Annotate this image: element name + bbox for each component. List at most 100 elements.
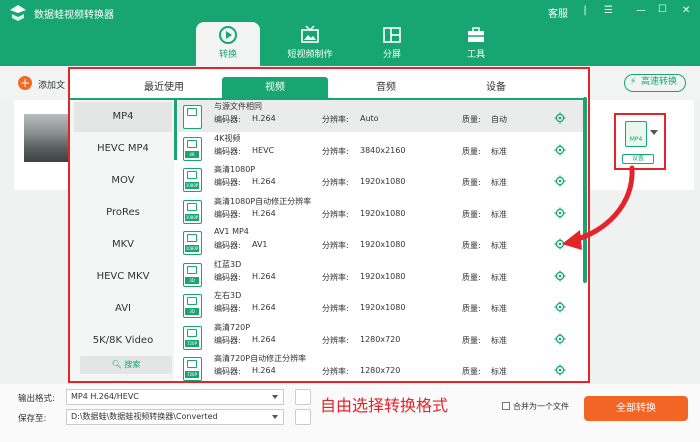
minimize-icon[interactable]: —	[636, 5, 646, 16]
tab-convert[interactable]: 转换	[196, 22, 260, 66]
gear-icon[interactable]	[554, 364, 566, 376]
toolbox-icon	[468, 27, 484, 42]
tab-split-screen[interactable]: 分屏	[360, 22, 424, 66]
quality-label: 质量:	[462, 178, 481, 187]
preset-row[interactable]: 1080P 高清1080P自动修正分辨率 编码器: H.264 分辨率: 192…	[178, 195, 583, 227]
preset-tag: 1080P	[185, 245, 199, 252]
quality-value: 标准	[491, 304, 507, 313]
encoder-value: H.264	[252, 303, 276, 312]
quality-label: 质量:	[462, 304, 481, 313]
format-popup: 最近使用 视频 音频 设备 MP4 HEVC MP4 MOV ProRes MK…	[68, 67, 590, 383]
preset-tag: 720P	[185, 339, 199, 347]
format-item-mkv[interactable]: MKV	[74, 230, 172, 260]
preset-row[interactable]: 720P 高清720P自动修正分辨率 编码器: H.264 分辨率: 1280x…	[178, 352, 583, 381]
search-button[interactable]: 🔍︎ 搜索	[80, 356, 172, 374]
encoder-value: H.264	[252, 208, 276, 218]
format-item-hevc-mkv[interactable]: HEVC MKV	[74, 262, 172, 292]
preset-tag: 1080P	[185, 213, 199, 221]
save-path-select[interactable]: D:\数据蛙\数据蛙视频转换器\Converted	[66, 409, 284, 425]
quality-value: 标准	[491, 241, 507, 250]
resolution-label: 分辨率:	[322, 115, 349, 124]
encoder-label: 编码器:	[214, 241, 241, 250]
gear-icon[interactable]	[554, 270, 566, 282]
encoder-value: H.264	[252, 271, 276, 281]
encoder-value: H.264	[252, 334, 276, 344]
encoder-value: HEVC	[252, 145, 275, 155]
gear-icon[interactable]	[554, 333, 566, 345]
gear-icon[interactable]	[554, 144, 566, 156]
video-format-icon	[183, 105, 202, 129]
encoder-label: 编码器:	[214, 209, 241, 219]
output-format-select[interactable]: MP4 H.264/HEVC	[66, 389, 284, 405]
fast-convert-button[interactable]: ⚡ 高速转换	[624, 74, 686, 92]
format-item-mp4[interactable]: MP4	[74, 102, 172, 132]
menu-icon[interactable]: ☰	[604, 5, 613, 16]
resolution-value: 1920x1080	[360, 177, 406, 186]
resolution-label: 分辨率:	[322, 178, 349, 187]
gear-icon[interactable]	[554, 301, 566, 313]
video-format-icon: 720P	[183, 325, 202, 350]
mp4-format-label: MP4	[629, 136, 643, 143]
quality-value: 自动	[491, 115, 507, 124]
preset-tag: 720P	[185, 371, 199, 378]
resolution-value: 1920x1080	[360, 208, 406, 218]
maximize-icon[interactable]: ☐	[658, 4, 667, 15]
close-icon[interactable]: ✕	[682, 5, 690, 16]
preset-row[interactable]: 3D 左右3D 编码器: H.264 分辨率: 1920x1080 质量: 标准	[178, 289, 583, 321]
resolution-value: 1920x1080	[360, 271, 406, 281]
save-path-value: D:\数据蛙\数据蛙视频转换器\Converted	[71, 412, 218, 421]
preset-row[interactable]: 720P 高清720P 编码器: H.264 分辨率: 1280x720 质量:…	[178, 321, 583, 353]
video-format-icon: 3D	[183, 294, 202, 318]
format-item-prores[interactable]: ProRes	[74, 198, 172, 228]
preset-name: 高清720P自动修正分辨率	[214, 354, 307, 363]
encoder-label: 编码器:	[214, 367, 241, 376]
preset-row[interactable]: 1080P AV1 MP4 编码器: AV1 分辨率: 1920x1080 质量…	[178, 226, 583, 258]
preset-name: 高清720P	[214, 322, 251, 332]
format-item-avi[interactable]: AVI	[74, 294, 172, 324]
video-thumbnail[interactable]	[24, 114, 70, 162]
convert-all-button[interactable]: 全部转换	[584, 396, 688, 421]
preset-row[interactable]: 4K 4K视频 编码器: HEVC 分辨率: 3840x2160 质量: 标准	[178, 132, 583, 164]
fast-convert-label: 高速转换	[641, 77, 678, 87]
resolution-value: 1280x720	[360, 366, 401, 375]
quality-label: 质量:	[462, 241, 481, 250]
quality-value: 标准	[491, 178, 507, 187]
resolution-value: 1920x1080	[360, 303, 406, 312]
tab-device[interactable]: 设备	[446, 77, 546, 99]
output-settings-icon[interactable]	[295, 389, 311, 405]
tab-short-video[interactable]: 短视频制作	[278, 22, 342, 66]
popup-tabs: 最近使用 视频 音频 设备	[70, 73, 587, 99]
preset-row[interactable]: 与源文件相同 编码器: H.264 分辨率: Auto 质量: 自动	[178, 100, 583, 132]
output-format-label: 输出格式:	[18, 394, 55, 404]
add-file-icon[interactable]: +	[18, 76, 32, 90]
preset-tag: 4K	[185, 150, 199, 158]
encoder-value: H.264	[252, 366, 276, 375]
tab-audio[interactable]: 音频	[336, 77, 436, 99]
mp4-format-icon[interactable]: MP4	[625, 121, 647, 147]
encoder-label: 编码器:	[214, 304, 241, 313]
merge-checkbox[interactable]	[502, 402, 510, 410]
encoder-label: 编码器:	[214, 115, 241, 124]
list-scrollbar[interactable]	[174, 100, 177, 160]
chevron-down-icon[interactable]	[650, 130, 658, 135]
gear-icon[interactable]	[554, 112, 566, 124]
tab-video[interactable]: 视频	[222, 77, 328, 99]
service-link[interactable]: 客服	[548, 5, 568, 20]
resolution-label: 分辨率:	[322, 272, 349, 282]
search-icon: 🔍︎	[111, 360, 125, 369]
quality-label: 质量:	[462, 367, 481, 376]
add-file-button[interactable]: 添加文	[38, 78, 65, 91]
format-item-mov[interactable]: MOV	[74, 166, 172, 196]
preset-row[interactable]: 3D 红蓝3D 编码器: H.264 分辨率: 1920x1080 质量: 标准	[178, 258, 583, 290]
format-item-hevc-mp4[interactable]: HEVC MP4	[74, 134, 172, 164]
red-arrow-annotation	[562, 165, 635, 250]
format-item-5k-8k[interactable]: 5K/8K Video	[74, 326, 172, 356]
folder-icon[interactable]	[295, 409, 311, 425]
preset-row[interactable]: 1080P 高清1080P 编码器: H.264 分辨率: 1920x1080 …	[178, 163, 583, 195]
resolution-value: 1920x1080	[360, 240, 406, 249]
quality-label: 质量:	[462, 115, 481, 124]
tab-tools[interactable]: 工具	[444, 22, 508, 66]
resolution-label: 分辨率:	[322, 335, 349, 345]
app-logo	[10, 5, 26, 21]
tab-recent[interactable]: 最近使用	[114, 77, 214, 99]
